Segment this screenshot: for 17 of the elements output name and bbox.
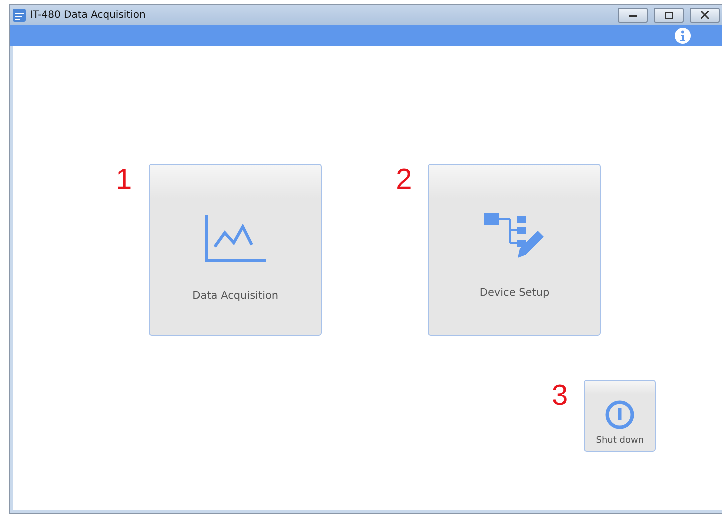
line-chart-icon [204,215,267,263]
maximize-button[interactable] [654,8,684,22]
shutdown-button[interactable]: Shut down [584,380,656,452]
tile-button[interactable]: Data Acquisition [149,164,322,336]
minimize-button[interactable] [618,8,648,22]
minimize-icon [629,14,637,16]
step-number: 3 [552,380,568,412]
step-number: 1 [116,164,132,196]
tile-button[interactable]: Device Setup [428,164,602,336]
close-button[interactable] [690,8,720,22]
info-icon[interactable] [675,28,691,44]
close-icon [701,11,709,19]
step-number: 2 [396,164,412,196]
power-icon [605,400,636,430]
maximize-icon [665,12,673,18]
window-title: IT-480 Data Acquisition [30,10,147,20]
app-icon [13,8,26,22]
